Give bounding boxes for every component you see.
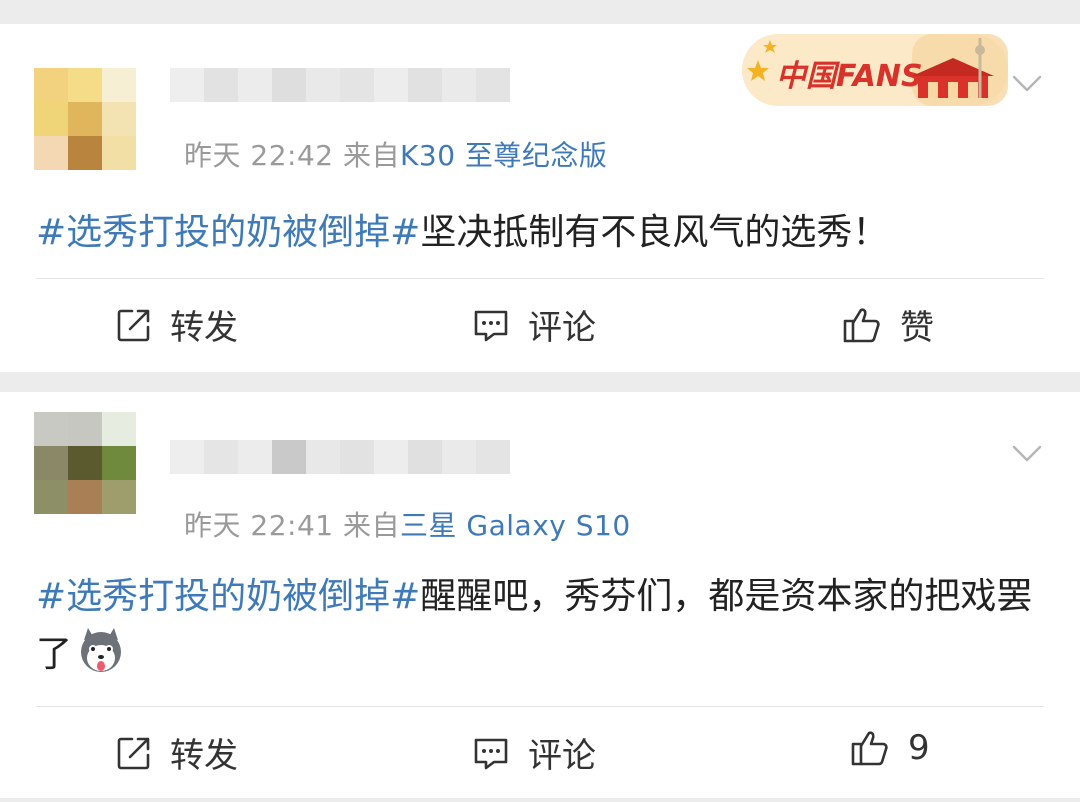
thumbs-up-icon (843, 307, 880, 342)
comment-button[interactable]: 评论 (472, 728, 596, 777)
post-content: #选秀打投的奶被倒掉#醒醒吧，秀芬们，都是资本家的把戏罢了 (36, 568, 1046, 684)
like-button[interactable]: 赞 (842, 300, 934, 349)
china-fans-badge: 中国FANS (742, 28, 1008, 110)
source-link[interactable]: K30 至尊纪念版 (400, 139, 607, 172)
comment-label: 评论 (528, 308, 596, 348)
repost-label: 转发 (170, 736, 238, 776)
avatar[interactable] (34, 412, 136, 514)
post-card[interactable]: 昨天 22:41 来自三星 Galaxy S10 #选秀打投的奶被倒掉#醒醒吧，… (0, 392, 1080, 798)
post-card[interactable]: 中国FANS 昨天 22:42 来自K30 至尊纪念版 #选秀打投的奶被倒掉#坚… (0, 24, 1080, 372)
comment-button[interactable]: 评论 (472, 300, 596, 349)
source-prefix: 来自 (343, 509, 401, 542)
comment-icon (474, 310, 508, 341)
source-prefix: 来自 (343, 139, 401, 172)
badge-text: 中国FANS (776, 59, 923, 94)
repost-button[interactable]: 转发 (116, 728, 238, 777)
source-link[interactable]: 三星 Galaxy S10 (400, 509, 631, 542)
repost-icon (117, 309, 150, 341)
comment-icon (474, 738, 508, 769)
topic-link[interactable]: #选秀打投的奶被倒掉# (36, 212, 420, 253)
like-count: 9 (908, 728, 930, 768)
post-meta: 昨天 22:41 来自三星 Galaxy S10 (184, 504, 631, 544)
post-time: 昨天 22:41 (184, 509, 334, 542)
post-meta: 昨天 22:42 来自K30 至尊纪念版 (184, 134, 607, 174)
chevron-down-icon[interactable] (1012, 444, 1042, 464)
post-time: 昨天 22:42 (184, 139, 334, 172)
repost-icon (117, 737, 150, 769)
post-text: 坚决抵制有不良风气的选秀！ (420, 212, 889, 253)
divider (36, 278, 1044, 279)
username-blurred[interactable] (170, 68, 510, 102)
comment-label: 评论 (528, 736, 596, 776)
husky-emoji-icon (78, 628, 124, 674)
divider (36, 706, 1044, 707)
chevron-down-icon[interactable] (1012, 74, 1042, 94)
avatar[interactable] (34, 68, 136, 170)
post-content: #选秀打投的奶被倒掉#坚决抵制有不良风气的选秀！ (36, 204, 1046, 262)
like-label: 赞 (900, 308, 934, 348)
repost-label: 转发 (170, 308, 238, 348)
topic-link[interactable]: #选秀打投的奶被倒掉# (36, 576, 420, 617)
repost-button[interactable]: 转发 (116, 300, 238, 349)
thumbs-up-icon (851, 731, 888, 766)
like-button[interactable]: 9 (850, 728, 930, 768)
username-blurred[interactable] (170, 440, 510, 474)
